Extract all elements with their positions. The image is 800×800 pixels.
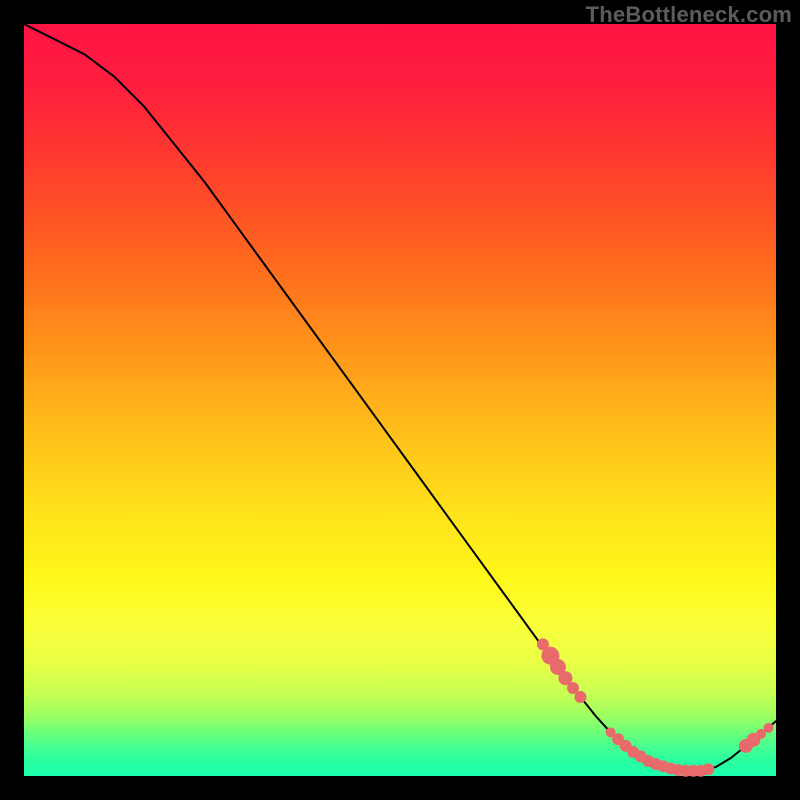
plot-area — [24, 24, 776, 776]
chart-svg — [24, 24, 776, 776]
marker-point — [764, 723, 774, 733]
marker-point — [575, 691, 587, 703]
marker-point — [702, 763, 714, 775]
bottleneck-curve — [24, 24, 776, 771]
highlight-markers — [537, 638, 774, 776]
chart-frame: TheBottleneck.com — [0, 0, 800, 800]
